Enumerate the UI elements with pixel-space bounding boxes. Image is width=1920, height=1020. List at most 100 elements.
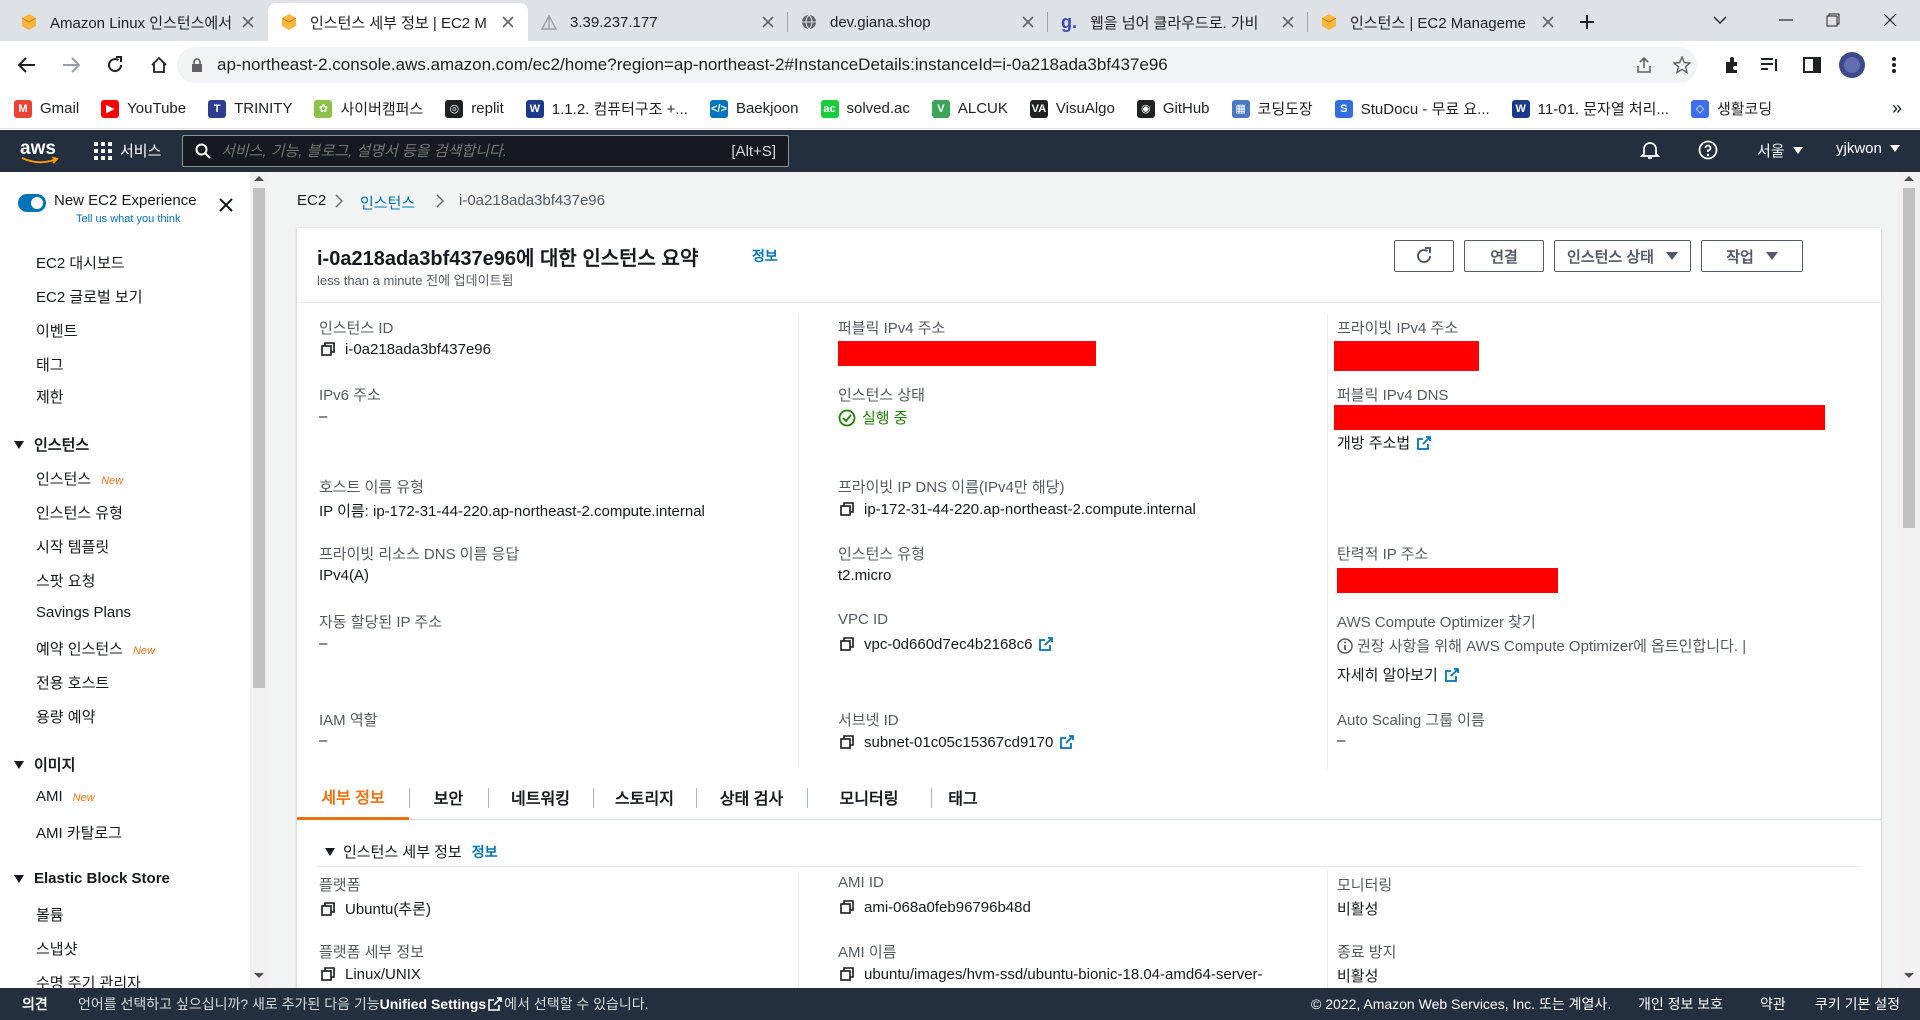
bookmark-star-icon[interactable]: [1668, 51, 1696, 79]
bookmark-item[interactable]: ◎ replit: [445, 99, 504, 118]
detail-tab[interactable]: 스토리지: [593, 774, 696, 820]
scroll-up-arrow-icon[interactable]: [253, 174, 265, 184]
tab-search-chevron-icon[interactable]: [1690, 0, 1750, 40]
bookmark-item[interactable]: </> Baekjoon: [709, 99, 799, 118]
instance-state-button[interactable]: 인스턴스 상태: [1554, 240, 1691, 272]
main-scrollbar[interactable]: [1898, 172, 1920, 988]
copy-icon[interactable]: [838, 898, 856, 916]
info-link[interactable]: 정보: [752, 246, 778, 266]
close-icon[interactable]: [1280, 14, 1296, 30]
ami-id-value[interactable]: ami-068a0feb96796b48d: [838, 898, 1031, 916]
lock-icon[interactable]: [191, 57, 203, 73]
copy-icon[interactable]: [319, 340, 337, 358]
terms-link[interactable]: 약관: [1760, 994, 1786, 1014]
new-tab-plus-icon[interactable]: [1568, 3, 1606, 41]
bookmark-item[interactable]: W 1.1.2. 컴퓨터구조 +...: [525, 98, 688, 119]
browser-tab-3[interactable]: 3.39.237.177: [528, 3, 788, 41]
address-bar[interactable]: ap-northeast-2.console.aws.amazon.com/ec…: [177, 47, 1697, 83]
sidebar-item[interactable]: 인스턴스 New: [36, 468, 123, 489]
breadcrumb-ec2[interactable]: EC2: [297, 192, 326, 209]
close-icon[interactable]: [760, 14, 776, 30]
reading-list-icon[interactable]: [1756, 51, 1784, 79]
sidebar-item[interactable]: 전용 호스트: [36, 672, 109, 693]
close-icon[interactable]: [1020, 14, 1036, 30]
close-icon[interactable]: [240, 14, 256, 30]
sidebar-item[interactable]: AMI New: [36, 788, 95, 805]
copy-icon[interactable]: [838, 965, 856, 983]
sidebar-item[interactable]: EC2 대시보드: [36, 252, 125, 273]
sidebar-item[interactable]: 수명 주기 관리자: [36, 972, 141, 988]
vpc-value[interactable]: vpc-0d660d7ec4b2168c6: [838, 635, 1054, 653]
copy-icon[interactable]: [319, 900, 337, 918]
bookmark-item[interactable]: ◉ GitHub: [1136, 99, 1210, 118]
detail-tab[interactable]: 상태 검사: [696, 774, 807, 820]
bookmark-item[interactable]: VA VisuAlgo: [1029, 99, 1115, 118]
sidebar-item[interactable]: 제한: [36, 386, 64, 407]
scroll-up-arrow-icon[interactable]: [1903, 174, 1915, 184]
detail-tab[interactable]: 모니터링: [807, 774, 931, 820]
sidebar-item[interactable]: 스냅샷: [36, 938, 77, 959]
sidebar-item[interactable]: 시작 템플릿: [36, 536, 109, 557]
sidebar-item[interactable]: 인스턴스 유형: [36, 502, 123, 523]
profile-avatar[interactable]: [1838, 51, 1866, 79]
subnet-value[interactable]: subnet-01c05c15367cd9170: [838, 733, 1075, 751]
open-address-link[interactable]: 개방 주소법: [1337, 432, 1432, 453]
new-experience-toggle[interactable]: [18, 194, 46, 212]
copy-icon[interactable]: [838, 500, 856, 518]
breadcrumb-instances[interactable]: 인스턴스: [360, 192, 415, 213]
bookmark-item[interactable]: ▶ YouTube: [101, 99, 186, 118]
restore-icon[interactable]: [1803, 0, 1863, 40]
browser-tab-5[interactable]: g. 웹을 넘어 클라우드로. 가비: [1048, 3, 1308, 41]
bookmark-item[interactable]: T TRINITY: [208, 99, 292, 118]
help-icon[interactable]: [1698, 140, 1718, 160]
forward-arrow-icon[interactable]: [54, 48, 88, 82]
sidebar-scrollbar[interactable]: [250, 172, 268, 988]
sidebar-item[interactable]: AMI 카탈로그: [36, 822, 122, 843]
sidebar-item[interactable]: 용량 예약: [36, 706, 95, 727]
bookmark-item[interactable]: ◇ 생활코딩: [1690, 98, 1772, 119]
share-icon[interactable]: [1630, 51, 1658, 79]
sidebar-item[interactable]: 볼륨: [36, 904, 64, 925]
aws-search-box[interactable]: [Alt+S]: [182, 135, 789, 167]
sidebar-group-header[interactable]: 이미지: [14, 754, 75, 775]
bookmark-item[interactable]: V ALCUK: [931, 99, 1008, 118]
learn-more-link[interactable]: 자세히 알아보기: [1337, 664, 1460, 685]
back-arrow-icon[interactable]: [10, 48, 44, 82]
copy-icon[interactable]: [838, 733, 856, 751]
window-close-icon[interactable]: [1860, 0, 1920, 40]
bookmark-item[interactable]: M Gmail: [14, 99, 79, 118]
home-icon[interactable]: [142, 48, 176, 82]
copy-icon[interactable]: [838, 635, 856, 653]
close-icon[interactable]: [500, 14, 516, 30]
feedback-link[interactable]: Tell us what you think: [76, 213, 197, 225]
browser-tab-2[interactable]: 인스턴스 세부 정보 | EC2 M: [268, 3, 528, 41]
scroll-down-arrow-icon[interactable]: [253, 972, 265, 982]
browser-tab-4[interactable]: dev.giana.shop: [788, 3, 1048, 41]
bookmark-item[interactable]: ac solved.ac: [820, 99, 910, 118]
detail-tab[interactable]: 보안: [409, 774, 488, 820]
extensions-puzzle-icon[interactable]: [1718, 51, 1746, 79]
browser-tab-1[interactable]: Amazon Linux 인스턴스에서 A: [8, 3, 268, 41]
feedback-link[interactable]: 의견: [22, 994, 48, 1014]
chrome-menu-icon[interactable]: [1880, 51, 1908, 79]
sidebar-scroll-thumb[interactable]: [253, 188, 265, 688]
instance-details-section-header[interactable]: 인스턴스 세부 정보 정보: [325, 841, 498, 862]
actions-button[interactable]: 작업: [1701, 240, 1803, 272]
sidebar-item[interactable]: 이벤트: [36, 320, 77, 341]
detail-tab[interactable]: 태그: [931, 774, 995, 820]
unified-settings-link[interactable]: Unified Settings: [380, 996, 487, 1012]
bookmark-item[interactable]: S StuDocu - 무료 요...: [1334, 98, 1490, 119]
refresh-button[interactable]: [1394, 240, 1454, 272]
main-scroll-thumb[interactable]: [1903, 188, 1915, 528]
bookmark-item[interactable]: ✿ 사이버캠퍼스: [314, 98, 423, 119]
copy-icon[interactable]: [319, 965, 337, 983]
detail-tab[interactable]: 세부 정보: [297, 774, 409, 820]
privacy-link[interactable]: 개인 정보 보호: [1638, 994, 1723, 1014]
sidebar-item[interactable]: 예약 인스턴스 New: [36, 638, 155, 659]
bookmark-item[interactable]: ▦ 코딩도장: [1231, 98, 1313, 119]
bookmark-item[interactable]: W 11-01. 문자열 처리...: [1511, 98, 1669, 119]
side-panel-icon[interactable]: [1798, 51, 1826, 79]
sidebar-item[interactable]: 스팟 요청: [36, 570, 95, 591]
sidebar-group-header[interactable]: 인스턴스: [14, 434, 89, 455]
notifications-bell-icon[interactable]: [1640, 140, 1660, 160]
